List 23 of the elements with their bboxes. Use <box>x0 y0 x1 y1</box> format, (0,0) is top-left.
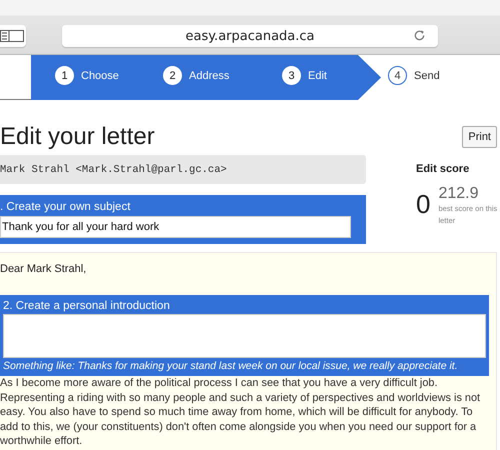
score-title: Edit score <box>416 163 470 175</box>
step-label[interactable]: Send <box>414 70 440 82</box>
subject-label: . Create your own subject <box>0 200 132 214</box>
address-text: easy.arpacanada.ca <box>185 28 315 44</box>
score-value: 0 <box>416 189 430 221</box>
step-label[interactable]: Address <box>189 70 230 82</box>
introduction-label: 2. Create a personal introduction <box>3 299 171 313</box>
letter-body: As I become more aware of the political process I can see that you have a very difficult job. Representing a riding with so many people and such a variety of perspectives and worldviews is not easy. You also have to spend so much time away from home, which will be difficult for anybody. To add to this, we (your constituents) don't often come alongside you when you need our support for a worthwhile effort. <box>0 376 482 449</box>
step-number[interactable]: 4 <box>388 66 407 85</box>
subject-input[interactable]: Thank you for all your hard work <box>0 216 351 238</box>
address-bar[interactable]: easy.arpacanada.ca <box>62 25 438 47</box>
recipient-field: Mark Strahl <Mark.Strahl@parl.gc.ca> <box>0 155 366 184</box>
print-button[interactable]: Print <box>462 126 497 148</box>
reload-icon[interactable] <box>413 29 426 42</box>
letter-greeting: Dear Mark Strahl, <box>0 263 88 275</box>
sidebar-button[interactable] <box>0 25 26 47</box>
best-score: 212.9 <box>438 185 480 203</box>
sidebar-icon <box>0 30 24 42</box>
page-title: Edit your letter <box>0 122 155 152</box>
step-label[interactable]: Choose <box>81 70 119 82</box>
step-label[interactable]: Edit <box>308 70 327 82</box>
introduction-input[interactable] <box>3 314 486 358</box>
introduction-hint: Something like: Thanks for making your stand last week on our local issue, we really appreciate it. <box>3 359 459 374</box>
